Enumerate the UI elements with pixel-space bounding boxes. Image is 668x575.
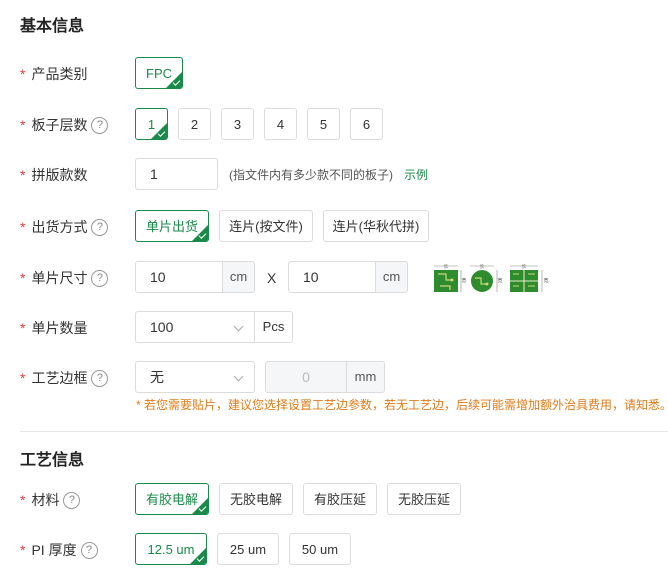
size-height-unit: cm: [375, 261, 408, 293]
layers-option-3[interactable]: 3: [221, 108, 254, 140]
shipping-option-single[interactable]: 单片出货: [135, 210, 209, 242]
row-edge: * 工艺边框? 无 0 mm: [0, 361, 668, 395]
section-title-basic: 基本信息: [20, 18, 85, 35]
category-option-fpc[interactable]: FPC: [135, 57, 183, 89]
category-label: * 产品类别: [20, 66, 88, 82]
section-title-process: 工艺信息: [20, 452, 85, 469]
section-divider: [20, 431, 668, 432]
edge-label: * 工艺边框?: [20, 361, 109, 395]
material-option-0[interactable]: 有胶电解: [135, 483, 209, 515]
dim-length-label: 长: [479, 264, 484, 270]
shipping-option-panel-hq[interactable]: 连片(华秋代拼): [323, 210, 429, 242]
edge-size-input[interactable]: 0: [265, 361, 347, 393]
pi-thickness-option-1[interactable]: 25 um: [217, 533, 279, 565]
material-label: * 材料?: [20, 483, 81, 517]
edge-select[interactable]: 无: [135, 361, 255, 393]
layers-option-6[interactable]: 6: [350, 108, 383, 140]
quantity-value: 100: [150, 319, 174, 335]
pi-thickness-label: * PI 厚度?: [20, 533, 98, 567]
material-option-3[interactable]: 无胶压延: [387, 483, 461, 515]
help-icon[interactable]: ?: [91, 116, 109, 134]
chevron-down-icon: [233, 371, 244, 382]
layers-option-4[interactable]: 4: [264, 108, 297, 140]
pcb-rect-illustration: 长 宽: [434, 264, 466, 292]
dim-width-label: 宽: [543, 277, 548, 284]
size-separator: X: [267, 270, 277, 286]
edge-size-unit: mm: [346, 361, 385, 393]
edge-warning: * 若您需要贴片，建议您选择设置工艺边参数，若无工艺边，后续可能需增加额外治具费…: [136, 398, 668, 412]
help-icon[interactable]: ?: [63, 491, 81, 509]
layers-option-5[interactable]: 5: [307, 108, 340, 140]
material-option-2[interactable]: 有胶压延: [303, 483, 377, 515]
row-pi-thickness: * PI 厚度? 12.5 um 25 um 50 um: [0, 533, 668, 567]
quantity-label: * 单片数量: [20, 320, 88, 336]
row-material: * 材料? 有胶电解 无胶电解 有胶压延 无胶压延: [0, 483, 668, 517]
pi-thickness-option-2[interactable]: 50 um: [289, 533, 351, 565]
row-category: * 产品类别 FPC: [0, 57, 668, 91]
layers-option-2[interactable]: 2: [178, 108, 211, 140]
chevron-down-icon: [233, 321, 244, 332]
quantity-select[interactable]: 100: [135, 311, 255, 343]
row-layers: * 板子层数? 1 2 3 4 5 6: [0, 108, 668, 142]
row-size: * 单片尺寸? 10 cm X 10 cm 长 宽 长 宽 长 宽: [0, 261, 668, 295]
size-label: * 单片尺寸?: [20, 261, 109, 295]
dim-length-label: 长: [443, 264, 448, 270]
panel-count-label: * 拼版款数: [20, 167, 88, 183]
help-icon[interactable]: ?: [91, 369, 109, 387]
dim-length-label: 长: [521, 264, 526, 270]
size-width-unit: cm: [222, 261, 255, 293]
panel-count-hint: (指文件内有多少款不同的板子): [229, 168, 393, 182]
size-width-input[interactable]: 10: [135, 261, 223, 293]
edge-value: 无: [150, 369, 164, 385]
shipping-label: * 出货方式?: [20, 210, 109, 244]
pcb-round-illustration: 长 宽: [470, 264, 502, 292]
help-icon[interactable]: ?: [91, 218, 109, 236]
dim-width-label: 宽: [497, 277, 502, 284]
pi-thickness-option-0[interactable]: 12.5 um: [135, 533, 207, 565]
panel-count-input[interactable]: 1: [135, 158, 218, 190]
row-panel-count: * 拼版款数 1 (指文件内有多少款不同的板子) 示例: [0, 158, 668, 192]
row-shipping: * 出货方式? 单片出货 连片(按文件) 连片(华秋代拼): [0, 210, 668, 244]
example-link[interactable]: 示例: [404, 158, 428, 192]
help-icon[interactable]: ?: [91, 269, 109, 287]
row-quantity: * 单片数量 100 Pcs: [0, 311, 668, 345]
size-height-input[interactable]: 10: [288, 261, 376, 293]
material-option-1[interactable]: 无胶电解: [219, 483, 293, 515]
layers-label: * 板子层数?: [20, 108, 109, 142]
layers-option-1[interactable]: 1: [135, 108, 168, 140]
shipping-option-panel-file[interactable]: 连片(按文件): [219, 210, 313, 242]
pcb-panel-illustration: 长 宽: [510, 264, 549, 292]
dim-width-label: 宽: [461, 277, 466, 284]
quantity-unit: Pcs: [254, 311, 293, 343]
help-icon[interactable]: ?: [80, 541, 98, 559]
